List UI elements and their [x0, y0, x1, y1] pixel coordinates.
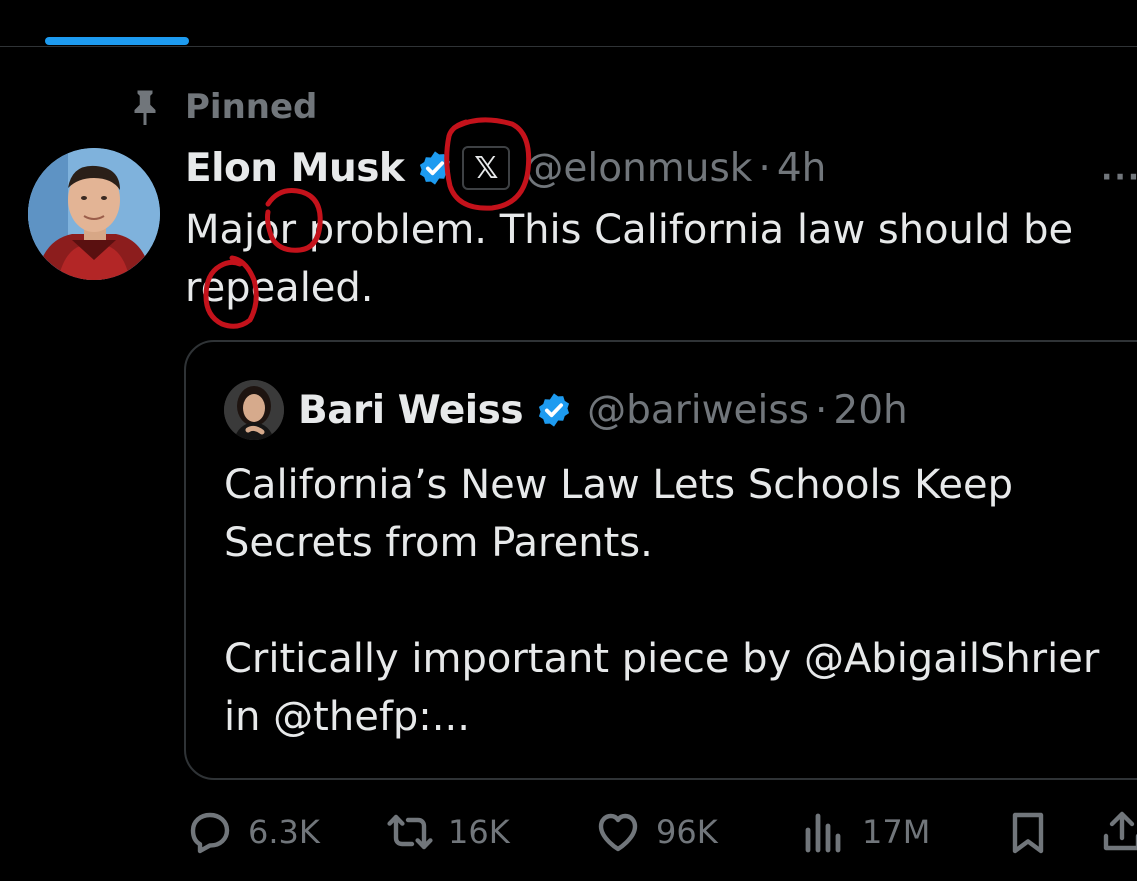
views-count: 17M: [862, 813, 931, 851]
profile-page: Pinned Elon Musk 𝕏 @elonmusk · 4h ··· Ma…: [0, 0, 1137, 881]
quote-timestamp[interactable]: 20h: [833, 388, 907, 433]
tweet-action-bar: 6.3K 16K 96K 17M: [186, 800, 1137, 864]
repost-button[interactable]: 16K: [386, 800, 510, 864]
pin-icon: [134, 90, 156, 125]
reply-button[interactable]: 6.3K: [186, 800, 320, 864]
quote-avatar-image: [224, 380, 284, 440]
quoted-tweet-card[interactable]: Bari Weiss @bariweiss · 20h California’s…: [184, 340, 1137, 780]
views-button[interactable]: 17M: [800, 800, 930, 864]
avatar-image: [28, 148, 160, 280]
like-count: 96K: [656, 813, 718, 851]
header-separator: ·: [758, 145, 771, 191]
bookmark-button[interactable]: [1004, 800, 1052, 864]
repost-count: 16K: [448, 813, 510, 851]
author-handle[interactable]: @elonmusk: [524, 146, 752, 191]
quote-avatar[interactable]: [224, 380, 284, 440]
like-button[interactable]: 96K: [594, 800, 718, 864]
views-chart-icon: [805, 813, 841, 853]
tweet-timestamp[interactable]: 4h: [777, 146, 827, 191]
verified-badge-icon[interactable]: [416, 149, 454, 187]
quote-author-name[interactable]: Bari Weiss: [298, 388, 524, 433]
tweet-text: Major problem. This California law shoul…: [185, 207, 1074, 311]
pinned-label-row: Pinned: [127, 84, 317, 130]
repost-icon: [387, 814, 433, 850]
quote-text: California’s New Law Lets Schools Keep S…: [224, 462, 1100, 740]
reply-icon: [190, 812, 230, 854]
x-affiliate-badge[interactable]: 𝕏: [462, 146, 511, 190]
quote-author-handle[interactable]: @bariweiss: [587, 388, 809, 433]
reply-count: 6.3K: [248, 813, 320, 851]
avatar[interactable]: [28, 148, 160, 280]
quote-header-separator: ·: [815, 387, 828, 433]
quote-verified-badge-icon[interactable]: [535, 391, 573, 429]
tab-divider: [0, 46, 1137, 47]
tweet-header: Elon Musk 𝕏 @elonmusk · 4h: [185, 140, 826, 196]
heart-icon: [598, 813, 638, 852]
bookmark-icon: [1012, 812, 1044, 854]
author-name[interactable]: Elon Musk: [185, 146, 405, 191]
quote-header: Bari Weiss @bariweiss · 20h: [224, 378, 908, 442]
active-tab-indicator: [45, 37, 189, 45]
share-icon: [1103, 811, 1137, 851]
pinned-label: Pinned: [185, 87, 318, 127]
share-button[interactable]: [1098, 800, 1137, 864]
more-options-icon[interactable]: ···: [1101, 160, 1137, 195]
